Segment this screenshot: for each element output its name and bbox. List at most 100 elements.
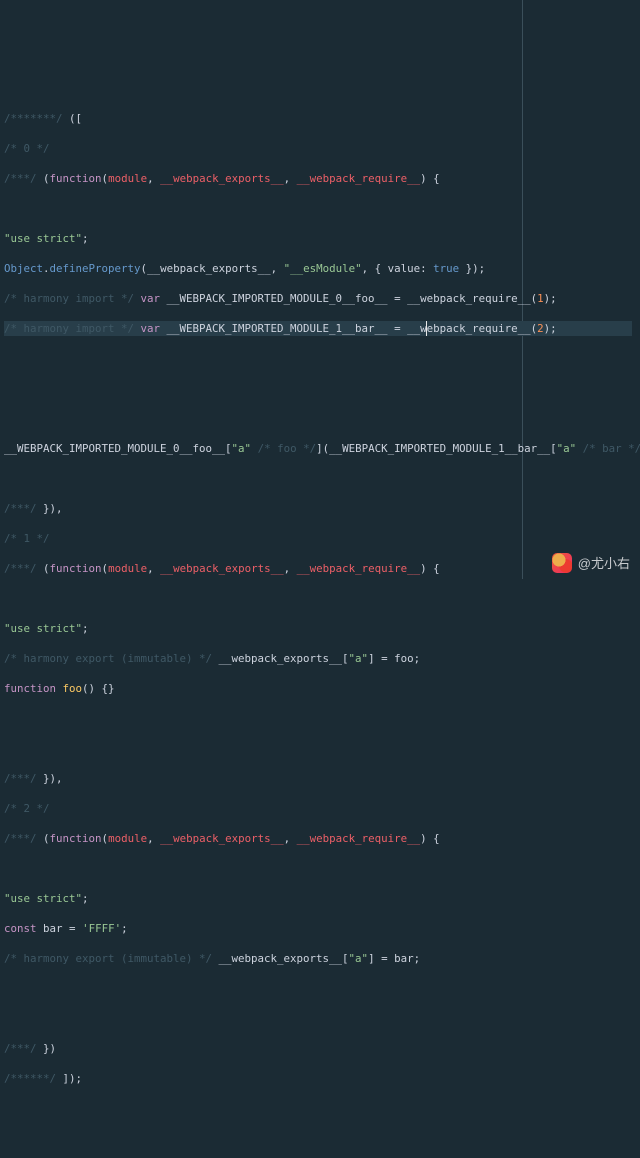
comment: /* harmony export (immutable) */ bbox=[4, 652, 219, 665]
code-line[interactable] bbox=[4, 981, 632, 996]
code-line[interactable]: /*******/ ([ bbox=[4, 111, 632, 126]
code-line[interactable]: /***/ (function(module, __webpack_export… bbox=[4, 171, 632, 186]
punc: ; bbox=[82, 892, 89, 905]
code-line[interactable]: /* harmony export (immutable) */ __webpa… bbox=[4, 951, 632, 966]
weibo-handle: @尤小右 bbox=[578, 556, 630, 571]
comma: , bbox=[284, 832, 297, 845]
code-line[interactable]: "use strict"; bbox=[4, 231, 632, 246]
code-line[interactable] bbox=[4, 861, 632, 876]
function-name: foo bbox=[63, 682, 83, 695]
code-line[interactable]: /******/ ]); bbox=[4, 1071, 632, 1086]
comment: /***/ bbox=[4, 502, 43, 515]
comment: /* 1 */ bbox=[4, 532, 50, 545]
equals: = bbox=[388, 292, 408, 305]
code-line[interactable]: Object.defineProperty(__webpack_exports_… bbox=[4, 261, 632, 276]
param: module bbox=[108, 562, 147, 575]
string: "__esModule" bbox=[284, 262, 362, 275]
string: "a" bbox=[349, 952, 369, 965]
identifier: bar bbox=[43, 922, 63, 935]
identifier: __w bbox=[407, 322, 427, 335]
code-line[interactable]: const bar = 'FFFF'; bbox=[4, 921, 632, 936]
keyword-function: function bbox=[4, 682, 56, 695]
comma: , bbox=[147, 562, 160, 575]
param: __webpack_require__ bbox=[297, 562, 421, 575]
code-line[interactable] bbox=[4, 591, 632, 606]
comment: /***/ bbox=[4, 172, 43, 185]
code-line[interactable] bbox=[4, 711, 632, 726]
code-line[interactable]: function foo() {} bbox=[4, 681, 632, 696]
comment: /* 2 */ bbox=[4, 802, 50, 815]
method: defineProperty bbox=[50, 262, 141, 275]
code-line[interactable]: /* 0 */ bbox=[4, 141, 632, 156]
code-line[interactable]: /* 1 */ bbox=[4, 531, 632, 546]
param: __webpack_exports__ bbox=[160, 562, 284, 575]
weibo-icon bbox=[552, 553, 572, 573]
code-line[interactable]: "use strict"; bbox=[4, 891, 632, 906]
semi: ; bbox=[414, 652, 421, 665]
code-line[interactable] bbox=[4, 411, 632, 426]
code-line[interactable]: /* 2 */ bbox=[4, 801, 632, 816]
equals: = bbox=[388, 322, 408, 335]
bool: true bbox=[433, 262, 459, 275]
punc: () {} bbox=[82, 682, 115, 695]
punc: ]( bbox=[316, 442, 329, 455]
comma: , bbox=[147, 832, 160, 845]
code-line[interactable] bbox=[4, 741, 632, 756]
code-line[interactable] bbox=[4, 471, 632, 486]
param: __webpack_exports__ bbox=[160, 832, 284, 845]
punc: }); bbox=[459, 262, 485, 275]
builtin-object: Object bbox=[4, 262, 43, 275]
code-line[interactable]: /***/ (function(module, __webpack_export… bbox=[4, 561, 632, 576]
keyword-function: function bbox=[50, 832, 102, 845]
comment: /***/ bbox=[4, 562, 43, 575]
param: module bbox=[108, 172, 147, 185]
code-line[interactable] bbox=[4, 381, 632, 396]
param: __webpack_exports__ bbox=[160, 172, 284, 185]
code-line-active[interactable]: /* harmony import */ var __WEBPACK_IMPOR… bbox=[4, 321, 632, 336]
identifier: __webpack_exports__ bbox=[147, 262, 271, 275]
punc: , { bbox=[362, 262, 388, 275]
code-line[interactable]: /***/ }) bbox=[4, 1041, 632, 1056]
code-line[interactable] bbox=[4, 201, 632, 216]
punc: }) bbox=[43, 1042, 56, 1055]
identifier: ebpack_require__ bbox=[427, 322, 531, 335]
code-line[interactable]: "use strict"; bbox=[4, 621, 632, 636]
code-line[interactable]: /***/ }), bbox=[4, 501, 632, 516]
code-line[interactable]: /***/ }), bbox=[4, 771, 632, 786]
comment: /* 0 */ bbox=[4, 142, 50, 155]
punc: ] = bbox=[368, 652, 394, 665]
code-line[interactable] bbox=[4, 351, 632, 366]
comment: /***/ bbox=[4, 1042, 43, 1055]
punc: }), bbox=[43, 772, 63, 785]
code-line[interactable]: __WEBPACK_IMPORTED_MODULE_0__foo__["a" /… bbox=[4, 441, 632, 456]
colon: : bbox=[420, 262, 433, 275]
code-line[interactable]: /* harmony import */ var __WEBPACK_IMPOR… bbox=[4, 291, 632, 306]
punc: ; bbox=[82, 232, 89, 245]
comment: /***/ bbox=[4, 832, 43, 845]
string: "use strict" bbox=[4, 232, 82, 245]
identifier: bar bbox=[394, 952, 414, 965]
punc: ) { bbox=[420, 172, 440, 185]
code-line[interactable] bbox=[4, 1011, 632, 1026]
comment: /* bar */ bbox=[583, 442, 640, 455]
keyword-const: const bbox=[4, 922, 37, 935]
keyword-function: function bbox=[50, 172, 102, 185]
identifier: __webpack_exports__ bbox=[219, 952, 343, 965]
identifier: __WEBPACK_IMPORTED_MODULE_1__bar__ bbox=[329, 442, 550, 455]
comma: , bbox=[284, 172, 297, 185]
string: "a" bbox=[232, 442, 252, 455]
comma: , bbox=[284, 562, 297, 575]
semi: ; bbox=[121, 922, 128, 935]
punc: ]); bbox=[63, 1072, 83, 1085]
code-editor[interactable]: /*******/ ([ /* 0 */ /***/ (function(mod… bbox=[4, 96, 632, 1101]
comment: /*******/ bbox=[4, 112, 63, 125]
string: "a" bbox=[349, 652, 369, 665]
punc: ); bbox=[544, 292, 557, 305]
punc: ; bbox=[82, 622, 89, 635]
code-line[interactable]: /* harmony export (immutable) */ __webpa… bbox=[4, 651, 632, 666]
comment: /* harmony import */ bbox=[4, 322, 141, 335]
keyword-var: var bbox=[141, 292, 161, 305]
semi: ; bbox=[414, 952, 421, 965]
code-line[interactable]: /***/ (function(module, __webpack_export… bbox=[4, 831, 632, 846]
identifier: __WEBPACK_IMPORTED_MODULE_1__bar__ bbox=[167, 322, 388, 335]
